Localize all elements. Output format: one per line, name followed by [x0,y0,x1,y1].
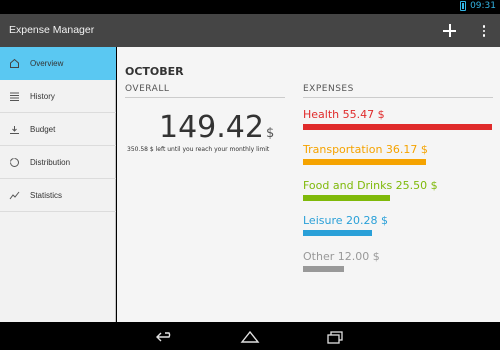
sidebar-item-overview[interactable]: Overview [0,47,116,80]
expenses-heading: EXPENSES [303,84,354,94]
action-bar: Expense Manager [0,14,500,47]
month-title: OCTOBER [125,65,184,78]
expense-bar [303,195,390,201]
add-icon[interactable] [438,19,462,43]
expense-label: Food and Drinks 25.50 $ [303,179,438,192]
expense-item-leisure[interactable]: Leisure 20.28 $ [303,214,388,236]
expense-bar [303,230,372,236]
sidebar-item-statistics[interactable]: Statistics [0,179,116,212]
sidebar-item-label: Overview [30,58,64,68]
expense-label: Transportation 36.17 $ [303,143,428,156]
sidebar-item-label: History [30,91,55,101]
expense-label: Leisure 20.28 $ [303,214,388,227]
status-bar: 09:31 [0,0,500,14]
sidebar-item-history[interactable]: History [0,80,116,113]
remaining-text: 350.58 $ left until you reach your month… [127,146,270,153]
clock: 09:31 [470,1,496,11]
expense-item-food-and-drinks[interactable]: Food and Drinks 25.50 $ [303,179,438,201]
expense-label: Other 12.00 $ [303,250,380,263]
status-indicators: 09:31 [460,1,496,11]
battery-icon [460,1,467,11]
divider [125,97,285,98]
home-nav-icon[interactable] [240,329,260,343]
sidebar-item-label: Distribution [30,157,71,167]
sidebar-item-budget[interactable]: Budget [0,113,116,146]
amount-value: 149.42 [159,110,264,145]
overflow-menu-icon[interactable] [478,21,490,41]
pie-chart-icon [9,157,20,168]
sidebar-item-distribution[interactable]: Distribution [0,146,116,179]
app-title: Expense Manager [9,24,95,36]
expense-bar [303,124,492,130]
list-icon [9,91,20,102]
sidebar: Overview History Budget Distribution Sta… [0,47,116,322]
divider [303,97,493,98]
expense-bar [303,159,426,165]
overall-heading: OVERALL [125,84,170,94]
back-icon[interactable] [155,329,175,343]
currency-symbol: $ [265,126,275,141]
expense-bar [303,266,344,272]
expense-item-other[interactable]: Other 12.00 $ [303,250,380,272]
expense-item-health[interactable]: Health 55.47 $ [303,108,492,130]
overview-panel: OCTOBER OVERALL 149.42 $ 350.58 $ left u… [117,47,500,322]
budget-icon [9,124,20,135]
sidebar-item-label: Statistics [30,190,63,200]
navigation-bar [0,322,500,350]
expense-label: Health 55.47 $ [303,108,385,121]
expense-item-transportation[interactable]: Transportation 36.17 $ [303,143,428,165]
home-icon [9,58,20,69]
recent-apps-icon[interactable] [325,329,345,344]
overall-amount: 149.42 $ [159,110,274,145]
line-chart-icon [9,190,20,201]
sidebar-item-label: Budget [30,124,56,134]
